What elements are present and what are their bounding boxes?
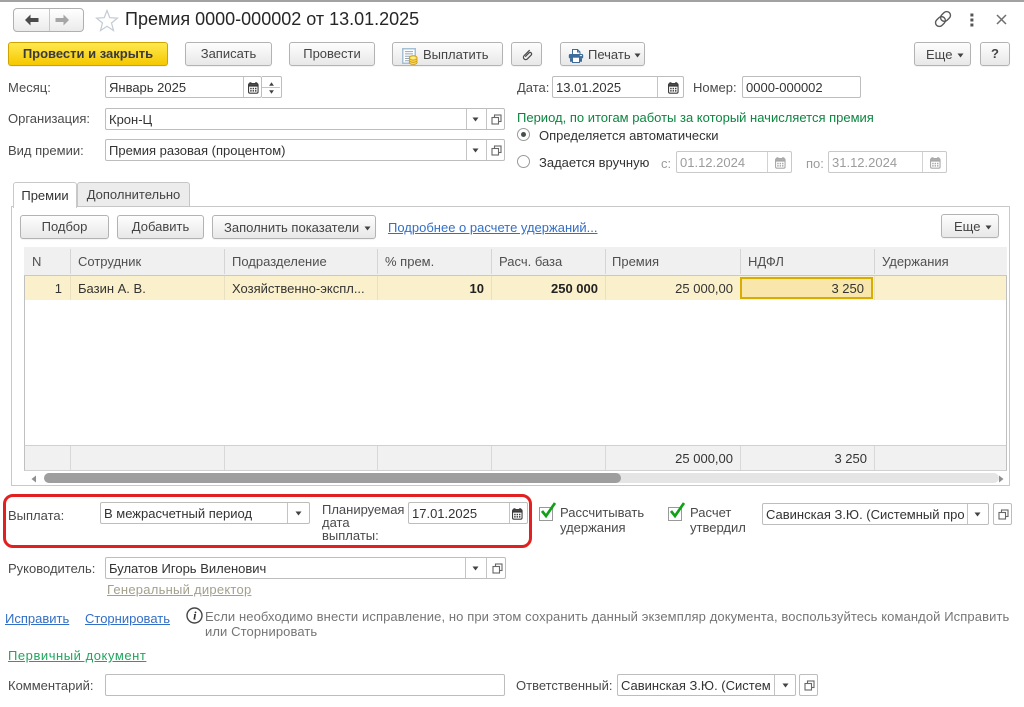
svg-text:i: i bbox=[193, 609, 197, 623]
